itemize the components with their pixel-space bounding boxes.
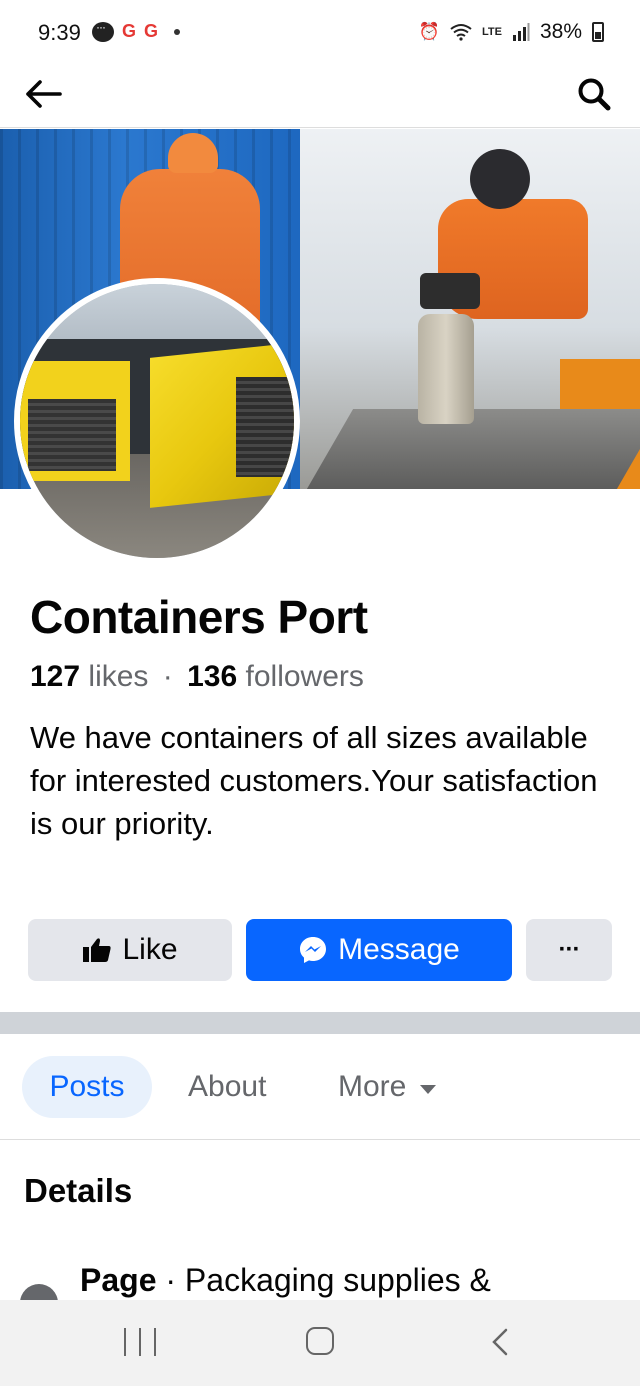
page-bio: We have containers of all sizes availabl… [30, 720, 598, 841]
notification-icons: G G [92, 20, 181, 42]
message-label: Message [338, 933, 460, 966]
g-app-icon-2: G [144, 21, 159, 41]
tab-about[interactable]: About [188, 1056, 266, 1118]
details-category-row[interactable]: Page · Packaging supplies & [0, 1258, 640, 1300]
search-button[interactable] [574, 74, 614, 114]
battery-icon [592, 22, 604, 42]
details-row-bold: Page [80, 1262, 157, 1298]
likes-count: 127 [30, 660, 81, 693]
section-divider [0, 1012, 640, 1034]
message-button[interactable]: Message [246, 919, 512, 981]
thumbs-up-icon [82, 937, 112, 963]
system-back-button[interactable] [488, 1328, 514, 1356]
stats-separator: · [162, 660, 173, 693]
tab-more[interactable]: More [338, 1056, 437, 1118]
signal-icon [512, 23, 530, 41]
home-button[interactable] [306, 1327, 334, 1355]
info-icon [20, 1284, 58, 1300]
wifi-icon [450, 24, 472, 41]
system-nav-bar [0, 1300, 640, 1386]
more-options-icon: ··· [558, 936, 581, 963]
recent-apps-button[interactable] [124, 1328, 156, 1356]
more-notifications-icon [174, 28, 181, 35]
g-app-icon: G [122, 21, 137, 41]
back-button[interactable] [22, 76, 64, 112]
search-icon [578, 78, 611, 111]
battery-percent: 38% [539, 20, 582, 43]
followers-label: followers [245, 660, 364, 693]
arrow-left-icon [26, 80, 62, 108]
messenger-icon [298, 935, 328, 965]
profile-picture[interactable] [14, 278, 300, 564]
status-time: 9:39 [38, 20, 81, 45]
alarm-icon: ⏰ [418, 22, 440, 41]
tab-posts[interactable]: Posts [22, 1056, 152, 1118]
status-bar: 9:39 G G ⏰ LTE 38% [0, 0, 640, 62]
more-options-button[interactable]: ··· [526, 919, 612, 981]
details-row-text: Packaging supplies & [184, 1262, 491, 1298]
details-row-sep: · [156, 1262, 185, 1298]
like-button[interactable]: Like [28, 919, 232, 981]
like-label: Like [122, 933, 178, 966]
followers-count: 136 [187, 660, 238, 693]
messages-icon [92, 20, 114, 42]
top-nav-bar [0, 62, 640, 128]
details-heading: Details [24, 1172, 133, 1209]
page-stats: 127 likes · 136 followers [30, 660, 364, 694]
system-icons: ⏰ LTE 38% [419, 20, 604, 44]
lte-icon: LTE [482, 26, 502, 38]
likes-label: likes [88, 660, 149, 693]
page-title: Containers Port [30, 591, 368, 643]
caret-down-icon [420, 1084, 437, 1094]
tab-more-label: More [338, 1070, 407, 1103]
page-tabs: Posts About More [0, 1034, 640, 1140]
